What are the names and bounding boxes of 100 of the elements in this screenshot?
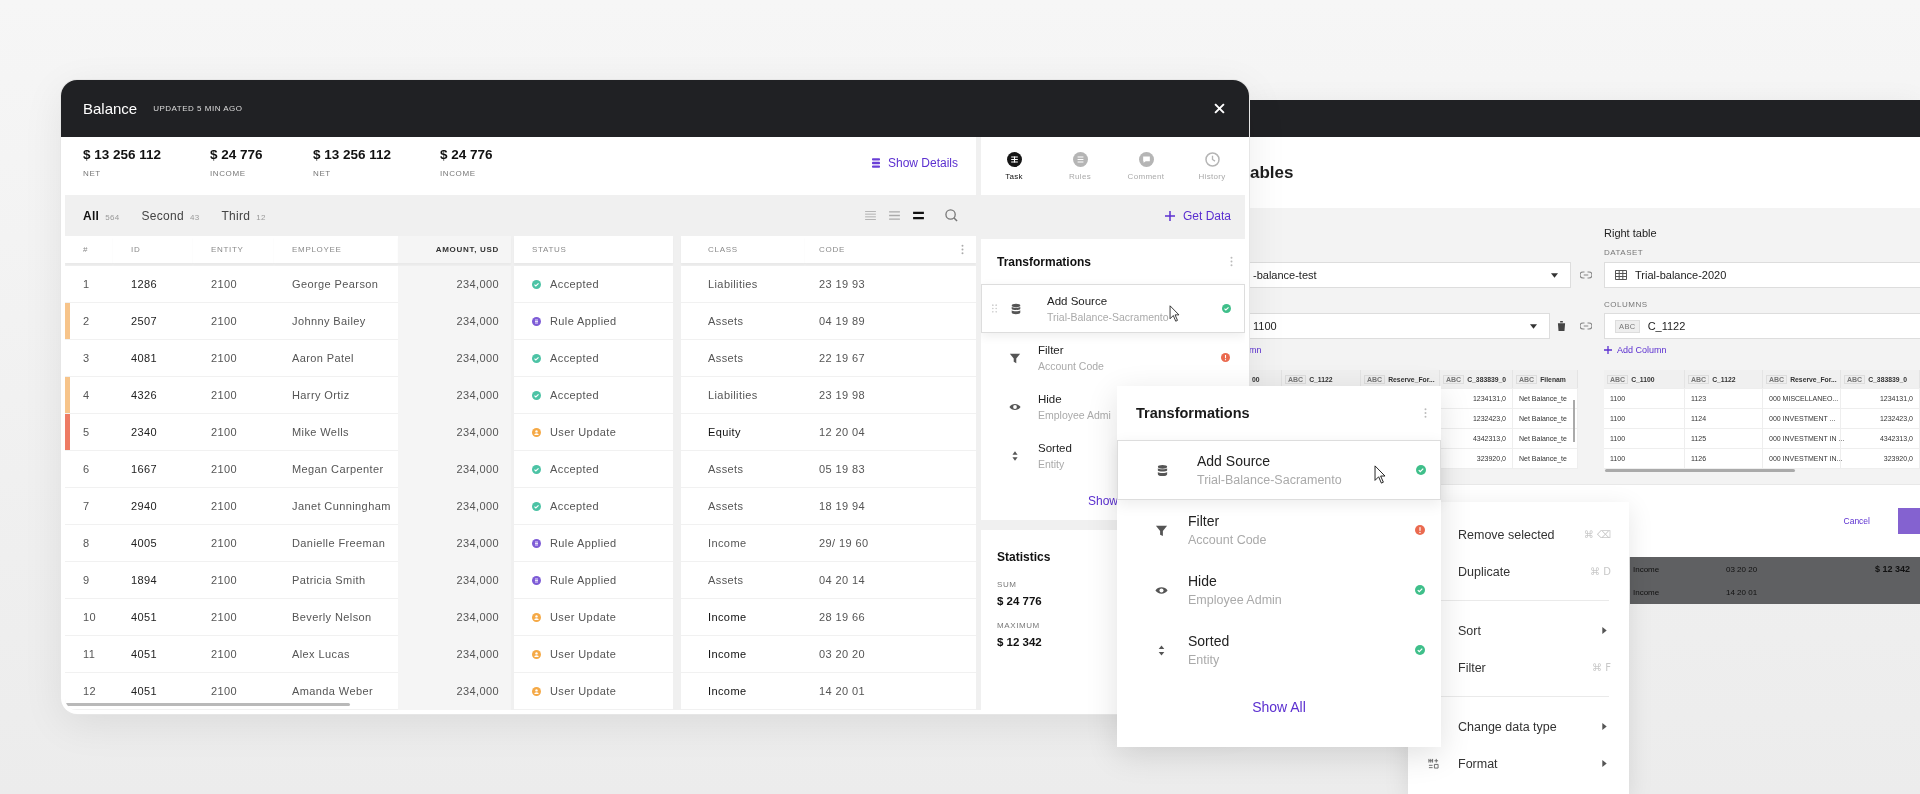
table-cell: 234,000	[398, 377, 511, 414]
status-label: User Update	[550, 648, 617, 660]
item-subtitle: Employee Admin	[1188, 593, 1282, 607]
scrollbar[interactable]	[1573, 400, 1575, 442]
table-cell: 2100	[193, 414, 274, 451]
table-cell: 234,000	[398, 266, 511, 303]
side-tab[interactable]: Task	[981, 151, 1047, 181]
transformation-item[interactable]: Filter Account Code	[981, 333, 1245, 382]
table-cell: Patricia Smith	[274, 562, 398, 599]
table-cell: Johnny Bailey	[274, 303, 398, 340]
table-cell: 234,000	[398, 340, 511, 377]
plus-icon	[1164, 210, 1175, 221]
transformation-item[interactable]: Filter Account Code	[1117, 500, 1441, 560]
stat-label: SUM	[997, 580, 1018, 589]
item-title: Sorted	[1038, 441, 1072, 454]
scrollbar[interactable]	[1605, 469, 1795, 472]
table-cell: Aaron Patel	[274, 340, 398, 377]
item-subtitle: Trial-Balance-Sacramento	[1197, 473, 1342, 487]
stat-value: $ 13 256 112	[313, 147, 393, 162]
status-label: Accepted	[550, 389, 600, 401]
item-title: Filter	[1038, 343, 1065, 356]
status-label: Rule Applied	[550, 315, 617, 327]
filter-tab[interactable]: All 564	[83, 208, 120, 223]
stat-value: $ 24 776	[440, 147, 494, 162]
table-cell: Income	[681, 636, 805, 673]
table-cell: Mike Wells	[274, 414, 398, 451]
table-cell: 05 19 83	[805, 451, 976, 488]
dataset-select[interactable]: Trial-balance-2020	[1604, 262, 1920, 288]
table-cell: 29/ 19 60	[805, 525, 976, 562]
table-cell: 2340	[113, 414, 193, 451]
table-cell: 23 19 93	[805, 266, 976, 303]
row-density-icon[interactable]	[913, 211, 924, 220]
table-cell: 1667	[113, 451, 193, 488]
scrollbar[interactable]	[65, 703, 350, 706]
row-number: 5	[83, 426, 90, 438]
search-icon[interactable]	[945, 209, 958, 222]
drag-handle-icon[interactable]	[992, 304, 997, 313]
popup-title: Transformations	[1136, 405, 1250, 421]
filter-tab[interactable]: Third 12	[221, 208, 266, 223]
add-column-link[interactable]: Add Column	[1604, 345, 1667, 355]
table-cell: 234,000	[398, 414, 511, 451]
table-cell: 4051	[113, 636, 193, 673]
table-cell: 2100	[193, 303, 274, 340]
table-cell: 18 19 94	[805, 488, 976, 525]
stat-value: $ 12 342	[997, 636, 1042, 648]
card-title: Transformations	[997, 254, 1092, 269]
stat-label: NET	[83, 169, 102, 178]
table-cell: 4326	[113, 377, 193, 414]
transformation-item[interactable]: Add Source Trial-Balance-Sacramento	[981, 284, 1245, 333]
table-cell: 234,000	[398, 636, 511, 673]
menu-item[interactable]: Format	[1408, 745, 1629, 782]
item-title: Filter	[1188, 513, 1221, 529]
section-title: Right table	[1604, 227, 1657, 239]
table-cell: 22 19 67	[805, 340, 976, 377]
table-cell: Beverly Nelson	[274, 599, 398, 636]
status-label: Accepted	[550, 352, 600, 364]
table-cell: 234,000	[398, 488, 511, 525]
show-all-link[interactable]: Show All	[1252, 699, 1306, 715]
dataset-select[interactable]: -balance-test	[1249, 262, 1571, 288]
trash-icon[interactable]	[1557, 321, 1566, 331]
more-icon[interactable]	[1424, 407, 1427, 419]
status-icon	[532, 464, 541, 474]
dialog-title: ables	[1249, 162, 1295, 184]
transformation-item[interactable]: Add Source Trial-Balance-Sacramento	[1117, 440, 1441, 500]
column-header: #	[65, 236, 113, 263]
show-all-link[interactable]: Show	[1088, 494, 1119, 508]
link-icon[interactable]	[1579, 322, 1592, 330]
status-label: Accepted	[550, 500, 600, 512]
column-header[interactable]: AMOUNT, USD	[398, 236, 511, 263]
table-cell: 2100	[193, 488, 274, 525]
table-cell: 4051	[113, 599, 193, 636]
link-icon[interactable]	[1579, 271, 1592, 279]
item-subtitle: Account Code	[1188, 533, 1267, 547]
table-cell: Assets	[681, 488, 805, 525]
row-number: 2	[83, 315, 90, 327]
status-label: Rule Applied	[550, 537, 617, 549]
caret-icon	[1551, 272, 1558, 278]
more-icon[interactable]	[961, 244, 964, 255]
tab-count: 43	[190, 212, 200, 222]
table-cell: 1894	[113, 562, 193, 599]
status-icon	[532, 575, 541, 585]
table-cell: Assets	[681, 303, 805, 340]
show-details-link[interactable]: Show Details	[871, 156, 958, 170]
menu-item[interactable]: Change data type	[1408, 708, 1629, 745]
status-icon	[532, 279, 541, 289]
close-icon[interactable]	[1214, 103, 1225, 114]
get-data-link[interactable]: Get Data	[1164, 208, 1231, 223]
table-cell: Liabilities	[681, 266, 805, 303]
status-icon	[532, 501, 541, 511]
more-icon[interactable]	[1230, 256, 1233, 267]
table-cell: 2100	[193, 525, 274, 562]
table-cell: 14 20 01	[805, 673, 976, 710]
table-cell: 2100	[193, 340, 274, 377]
cancel-link[interactable]: Cancel	[1843, 516, 1870, 526]
filter-tab[interactable]: Second 43	[141, 208, 200, 223]
table-cell: 234,000	[398, 599, 511, 636]
add-column-link[interactable]: mn	[1249, 345, 1262, 355]
column-select[interactable]: 1100	[1249, 313, 1550, 339]
tab-icon	[1072, 151, 1088, 167]
row-number: 3	[83, 352, 90, 364]
